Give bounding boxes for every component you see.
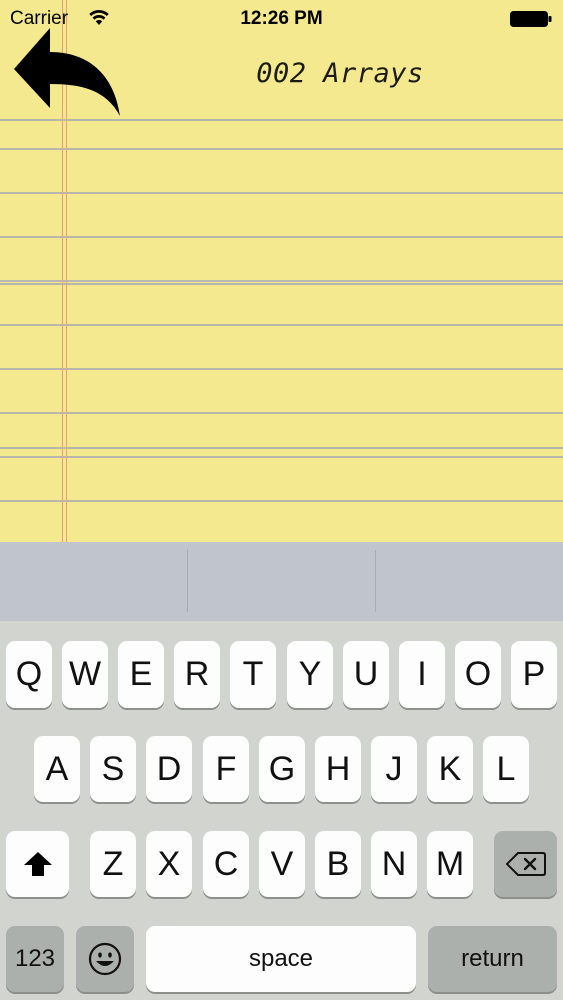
suggestion-slot-2[interactable] xyxy=(188,542,375,621)
key-g[interactable]: G xyxy=(259,736,305,802)
key-j[interactable]: J xyxy=(371,736,417,802)
key-m[interactable]: M xyxy=(427,831,473,897)
key-r[interactable]: R xyxy=(174,641,220,708)
emoji-face-icon xyxy=(88,942,122,976)
key-o[interactable]: O xyxy=(455,641,501,708)
back-button[interactable] xyxy=(10,28,124,118)
key-t[interactable]: T xyxy=(230,641,276,708)
keyboard: Q W E R T Y U I O P A S D F G H J K L Z … xyxy=(0,621,563,1000)
key-e[interactable]: E xyxy=(118,641,164,708)
key-w[interactable]: W xyxy=(62,641,108,708)
numbers-key[interactable]: 123 xyxy=(6,926,64,992)
key-u[interactable]: U xyxy=(343,641,389,708)
key-n[interactable]: N xyxy=(371,831,417,897)
key-f[interactable]: F xyxy=(203,736,249,802)
paper-ruled-lines xyxy=(0,119,563,542)
key-c[interactable]: C xyxy=(203,831,249,897)
return-key[interactable]: return xyxy=(428,926,557,992)
emoji-key[interactable] xyxy=(76,926,134,992)
key-l[interactable]: L xyxy=(483,736,529,802)
key-k[interactable]: K xyxy=(427,736,473,802)
backspace-icon xyxy=(505,852,546,876)
key-z[interactable]: Z xyxy=(90,831,136,897)
curved-back-arrow-icon xyxy=(14,28,120,116)
battery-icon xyxy=(510,11,552,27)
key-a[interactable]: A xyxy=(34,736,80,802)
key-x[interactable]: X xyxy=(146,831,192,897)
key-i[interactable]: I xyxy=(399,641,445,708)
key-q[interactable]: Q xyxy=(6,641,52,708)
predictive-suggestion-bar xyxy=(0,542,563,621)
key-h[interactable]: H xyxy=(315,736,361,802)
key-p[interactable]: P xyxy=(511,641,557,708)
shift-arrow-icon xyxy=(23,852,52,876)
space-key[interactable]: space xyxy=(146,926,416,992)
key-d[interactable]: D xyxy=(146,736,192,802)
key-v[interactable]: V xyxy=(259,831,305,897)
note-title: 002 Arrays xyxy=(256,58,424,89)
key-s[interactable]: S xyxy=(90,736,136,802)
status-time: 12:26 PM xyxy=(240,8,323,29)
suggestion-slot-1[interactable] xyxy=(0,542,187,621)
shift-key[interactable] xyxy=(6,831,69,897)
key-y[interactable]: Y xyxy=(287,641,333,708)
delete-key[interactable] xyxy=(494,831,557,897)
key-b[interactable]: B xyxy=(315,831,361,897)
suggestion-slot-3[interactable] xyxy=(376,542,563,621)
